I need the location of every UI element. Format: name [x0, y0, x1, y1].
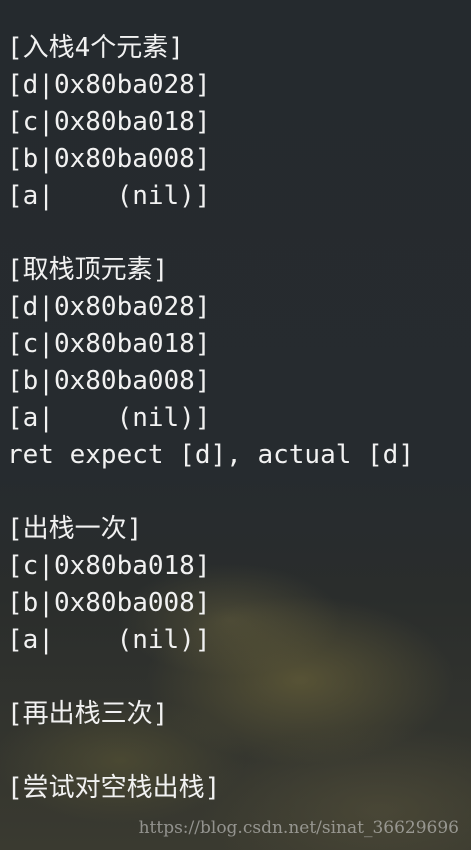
terminal-line: [c|0x80ba018]	[7, 107, 211, 137]
terminal-line: [d|0x80ba028]	[7, 292, 211, 322]
terminal-line: [出栈一次]	[7, 514, 143, 544]
terminal-line: [c|0x80ba018]	[7, 329, 211, 359]
terminal-line: [b|0x80ba008]	[7, 588, 211, 618]
terminal-line: [a| (nil)]	[7, 181, 211, 211]
terminal-line: [b|0x80ba008]	[7, 144, 211, 174]
terminal-line: [d|0x80ba028]	[7, 70, 211, 100]
terminal-line: [a| (nil)]	[7, 625, 211, 655]
terminal-line: [再出栈三次]	[7, 699, 169, 729]
terminal-line: [c|0x80ba018]	[7, 551, 211, 581]
terminal-line: [尝试对空栈出栈]	[7, 773, 221, 803]
watermark-url: https://blog.csdn.net/sinat_36629696	[138, 818, 459, 838]
terminal-line: [b|0x80ba008]	[7, 366, 211, 396]
terminal-line: [取栈顶元素]	[7, 255, 169, 285]
terminal-line: [a| (nil)]	[7, 403, 211, 433]
terminal-line: ret expect [d], actual [d]	[7, 440, 414, 470]
terminal-output: [入栈4个元素] [d|0x80ba028] [c|0x80ba018] [b|…	[7, 30, 471, 807]
terminal-line: [入栈4个元素]	[7, 33, 184, 63]
